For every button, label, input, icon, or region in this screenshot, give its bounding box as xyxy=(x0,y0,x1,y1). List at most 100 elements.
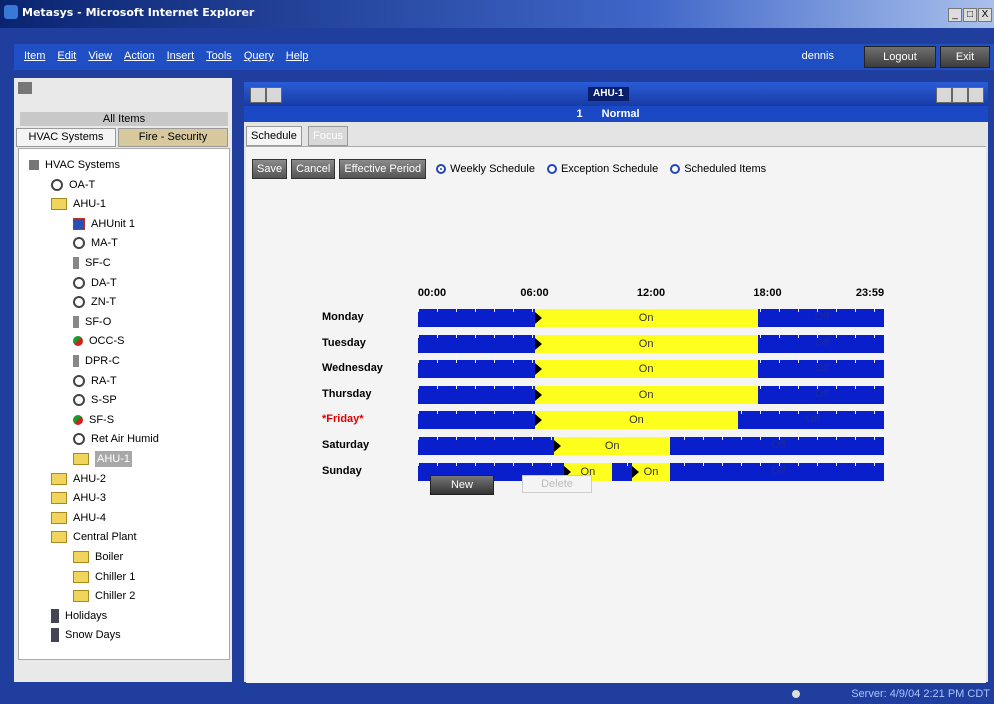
panel-forward-button[interactable] xyxy=(266,87,282,103)
sensor-icon xyxy=(73,394,85,407)
on-period[interactable]: On xyxy=(631,462,671,481)
tree-node[interactable]: AHU-1 xyxy=(51,196,106,212)
tree-node-label: AHU-2 xyxy=(73,472,107,485)
panel-lock-icon[interactable] xyxy=(936,87,952,103)
tree-node[interactable]: Chiller 1 xyxy=(73,569,135,585)
panel-back-button[interactable] xyxy=(250,87,266,103)
day-schedule-bar[interactable]: On Off xyxy=(418,360,884,379)
tree-node-label: Holidays xyxy=(65,609,108,622)
all-items-header[interactable]: All Items xyxy=(20,112,228,126)
on-period[interactable]: On xyxy=(553,437,671,455)
tree-node[interactable]: AHU-1 xyxy=(73,451,133,467)
tab-hvac-systems[interactable]: HVAC Systems xyxy=(16,128,116,147)
menu-view[interactable]: View xyxy=(88,50,112,62)
tree-node[interactable]: Holidays xyxy=(51,608,107,624)
maximize-button[interactable]: □ xyxy=(963,8,977,22)
panel-print-icon[interactable] xyxy=(952,87,968,103)
tree-node[interactable]: Ret Air Humid xyxy=(73,431,159,447)
on-label: On xyxy=(638,312,654,324)
tree-node[interactable]: RA-T xyxy=(73,373,117,389)
on-period[interactable]: On xyxy=(534,385,758,404)
radio-unchecked-icon xyxy=(546,164,557,174)
delete-button: Delete xyxy=(522,475,592,493)
server-time: Server: 4/9/04 2:21 PM CDT xyxy=(851,688,990,700)
status-footer: Server: 4/9/04 2:21 PM CDT xyxy=(14,686,994,704)
tree-node-label: SF-S xyxy=(89,413,115,426)
tree-node[interactable]: AHU-2 xyxy=(51,471,106,487)
hour-tick-label: 23:59 xyxy=(855,287,885,299)
panel-titlebar: AHU-1 xyxy=(244,82,988,106)
day-schedule-bar[interactable]: On Off xyxy=(418,385,884,404)
hour-tick-label: 18:00 xyxy=(753,287,782,299)
panel-close-icon[interactable] xyxy=(968,87,984,103)
tree-node-label: ZN-T xyxy=(91,296,117,309)
day-label: Thursday xyxy=(322,387,372,400)
on-period[interactable]: On xyxy=(534,411,739,430)
tree-node[interactable]: MA-T xyxy=(73,235,118,251)
status-text: Normal xyxy=(601,108,640,120)
tree-node[interactable]: SF-S xyxy=(73,412,114,428)
tree-node[interactable]: SF-C xyxy=(73,255,111,271)
tree-node[interactable]: OA-T xyxy=(51,177,95,193)
menu-action[interactable]: Action xyxy=(124,50,155,62)
effective-period-button[interactable]: Effective Period xyxy=(339,159,427,179)
close-button[interactable]: X xyxy=(978,8,992,22)
save-button[interactable]: Save xyxy=(252,159,288,179)
on-period[interactable]: On xyxy=(534,334,758,353)
off-label: Off xyxy=(814,336,830,349)
weekly-schedule-radio[interactable]: Weekly Schedule xyxy=(436,163,535,175)
window-title: Metasys - Microsoft Internet Explorer xyxy=(22,6,255,19)
menu-help[interactable]: Help xyxy=(286,50,309,62)
folder-icon xyxy=(73,551,89,563)
day-label: Saturday xyxy=(322,439,370,451)
on-period[interactable]: On xyxy=(534,360,758,379)
day-schedule-bar[interactable]: On Off xyxy=(418,334,884,353)
binary-icon xyxy=(73,336,83,347)
menu-query[interactable]: Query xyxy=(244,50,274,62)
tree-node[interactable]: Chiller 2 xyxy=(73,588,135,604)
exit-button[interactable]: Exit xyxy=(940,46,990,68)
tab-schedule[interactable]: Schedule xyxy=(246,126,302,146)
tree-node[interactable]: AHU-3 xyxy=(51,490,106,506)
sensor-icon xyxy=(73,374,85,387)
scheduled-items-radio[interactable]: Scheduled Items xyxy=(670,163,766,175)
day-schedule-bar[interactable]: On Off xyxy=(418,411,884,430)
day-schedule-bar[interactable]: On Off xyxy=(418,309,884,327)
tree-node[interactable]: AHU-4 xyxy=(51,510,106,526)
tree-node[interactable]: S-SP xyxy=(73,392,117,408)
on-period[interactable]: On xyxy=(534,309,758,327)
tree-node[interactable]: Central Plant xyxy=(51,529,137,545)
radio-unchecked-icon xyxy=(670,164,681,174)
menu-item[interactable]: Item xyxy=(24,50,45,62)
tree-node-label: Central Plant xyxy=(73,531,137,544)
device-icon xyxy=(73,355,79,367)
tree-node[interactable]: DA-T xyxy=(73,275,117,291)
tab-focus[interactable]: Focus xyxy=(308,126,348,146)
menu-tools[interactable]: Tools xyxy=(206,50,232,62)
new-button[interactable]: New xyxy=(430,475,494,495)
printer-icon[interactable] xyxy=(18,82,32,94)
weekly-schedule-grid: 00:00 06:00 12:00 18:00 23:59 Monday On Off Tue… xyxy=(310,287,950,507)
minimize-button[interactable]: _ xyxy=(948,8,962,22)
tree-node[interactable]: OCC-S xyxy=(73,333,124,349)
tree-node[interactable]: Snow Days xyxy=(51,627,121,643)
menu-edit[interactable]: Edit xyxy=(57,50,76,62)
tree-node[interactable]: Boiler xyxy=(73,549,123,565)
network-icon xyxy=(29,160,39,170)
tree-node[interactable]: SF-O xyxy=(73,314,111,330)
tree-node[interactable]: HVAC Systems xyxy=(29,157,120,173)
logout-button[interactable]: Logout xyxy=(864,46,936,68)
scheduled-items-label: Scheduled Items xyxy=(684,163,767,175)
day-schedule-bar[interactable]: On Off xyxy=(418,437,884,455)
cancel-button[interactable]: Cancel xyxy=(291,159,336,179)
folder-icon xyxy=(51,198,67,211)
tree-node[interactable]: DPR-C xyxy=(73,353,120,369)
tab-fire-security[interactable]: Fire - Security xyxy=(118,128,228,147)
on-label: On xyxy=(629,414,644,427)
exception-schedule-radio[interactable]: Exception Schedule xyxy=(546,163,658,175)
radio-checked-icon xyxy=(436,164,447,174)
tree-node[interactable]: ZN-T xyxy=(73,294,116,310)
tree-node[interactable]: AHUnit 1 xyxy=(73,216,135,232)
status-number: 1 xyxy=(576,108,583,120)
menu-insert[interactable]: Insert xyxy=(167,50,195,62)
